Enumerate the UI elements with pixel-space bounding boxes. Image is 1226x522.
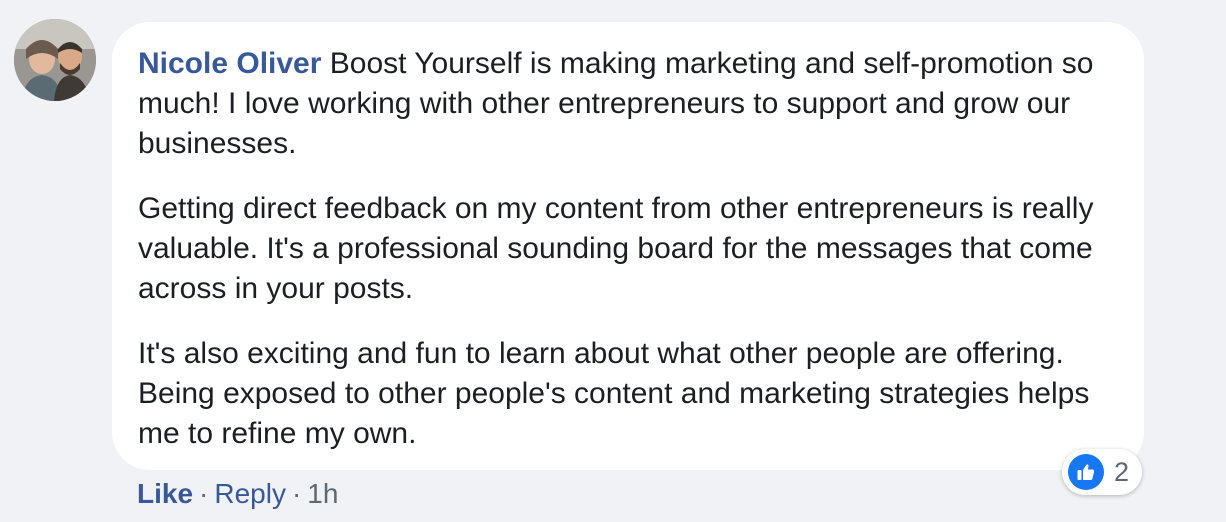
separator: · [199, 478, 209, 509]
comment-timestamp[interactable]: 1h [307, 478, 338, 509]
reaction-count: 2 [1114, 456, 1130, 487]
like-link[interactable]: Like [137, 478, 193, 509]
comment-paragraph-1: Nicole Oliver Boost Yourself is making m… [138, 44, 1118, 164]
avatar-photo [14, 19, 96, 101]
reply-link[interactable]: Reply [214, 478, 286, 509]
comment-actions: Like · Reply · 1h [137, 476, 338, 512]
reaction-summary[interactable]: 2 [1062, 449, 1142, 495]
separator: · [291, 478, 302, 509]
like-thumbs-up-icon [1068, 454, 1104, 490]
comment-paragraph-2: Getting direct feedback on my content fr… [138, 192, 1094, 305]
comment-paragraph-3: It's also exciting and fun to learn abou… [138, 337, 1090, 450]
comment-bubble: Nicole Oliver Boost Yourself is making m… [112, 22, 1144, 470]
comment-author[interactable]: Nicole Oliver [138, 47, 321, 80]
avatar[interactable] [14, 19, 96, 101]
